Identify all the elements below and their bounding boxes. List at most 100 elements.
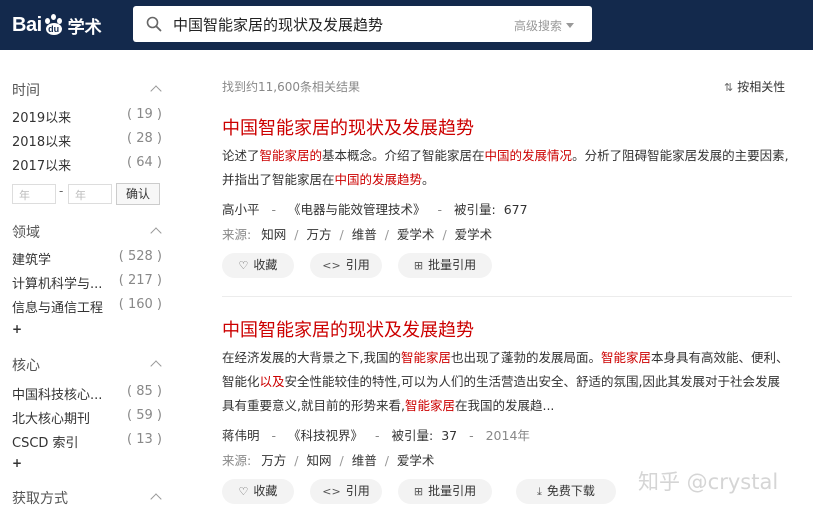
filter-count: ( 28 ) xyxy=(127,131,162,146)
filter-label: 建筑学 xyxy=(12,253,52,268)
source-link[interactable]: 爱学术 xyxy=(455,227,493,242)
result-meta: 蒋伟明 - 《科技视界》 - 被引量: 37 - 2014年 xyxy=(222,428,530,443)
favorite-button[interactable]: ♡ 收藏 xyxy=(222,253,294,278)
filter-field-item[interactable]: 建筑学 ( 528 ) xyxy=(12,249,162,269)
source-link[interactable]: 知网 xyxy=(306,453,331,468)
source-link[interactable]: 维普 xyxy=(352,453,377,468)
filter-core-item[interactable]: 中国科技核心... ( 85 ) xyxy=(12,384,162,404)
source-separator: / xyxy=(384,453,389,468)
sort-label: 按相关性 xyxy=(737,80,786,94)
result-title[interactable]: 中国智能家居的现状及发展趋势 xyxy=(222,114,474,140)
chevron-up-icon[interactable] xyxy=(150,360,162,372)
result-author[interactable]: 高小平 xyxy=(222,202,260,217)
filter-count: ( 13 ) xyxy=(127,432,162,447)
result-title[interactable]: 中国智能家居的现状及发展趋势 xyxy=(222,316,474,342)
source-label: 来源: xyxy=(222,227,252,242)
abstract-text: 。 xyxy=(422,172,435,187)
filter-label: 信息与通信工程 xyxy=(12,301,104,316)
filter-count: ( 528 ) xyxy=(118,249,162,264)
top-bar: Bai du 学术 中国智能家居的现状及发展趋势 高级搜索 xyxy=(0,0,813,50)
filter-count: ( 64 ) xyxy=(127,155,162,170)
keyword-highlight: 智能家居的 xyxy=(259,148,323,163)
sort-icon: ⇅ xyxy=(724,81,734,94)
search-icon xyxy=(146,16,162,32)
code-icon: <> xyxy=(322,259,341,272)
filter-field-more[interactable]: + xyxy=(12,322,22,336)
result-cited-count[interactable]: 677 xyxy=(504,202,528,217)
filter-access-title: 获取方式 xyxy=(12,491,68,507)
source-separator: / xyxy=(339,453,344,468)
source-separator: / xyxy=(294,227,299,242)
result-cited-count[interactable]: 37 xyxy=(441,428,457,443)
logo-text-du: du xyxy=(45,23,62,35)
advanced-search-toggle[interactable]: 高级搜索 xyxy=(514,17,574,34)
filter-time-title: 时间 xyxy=(12,83,40,99)
result-journal[interactable]: 《电器与能效管理技术》 xyxy=(288,202,426,217)
source-link[interactable]: 知网 xyxy=(261,227,286,242)
keyword-highlight: 智能家居 xyxy=(601,350,652,365)
logo-text-xueshu: 学术 xyxy=(67,17,102,38)
favorite-button[interactable]: ♡ 收藏 xyxy=(222,479,294,504)
filter-core-item[interactable]: 北大核心期刊 ( 59 ) xyxy=(12,408,162,428)
filter-field-item[interactable]: 计算机科学与... ( 217 ) xyxy=(12,273,162,293)
keyword-highlight: 中国的发展趋势 xyxy=(334,172,423,187)
result-journal[interactable]: 《科技视界》 xyxy=(288,428,363,443)
filter-count: ( 19 ) xyxy=(127,107,162,122)
filter-label: 2019以来 xyxy=(12,111,72,126)
search-input[interactable]: 中国智能家居的现状及发展趋势 xyxy=(173,14,383,35)
advanced-search-label: 高级搜索 xyxy=(513,19,562,33)
batch-cite-button[interactable]: ⊞ 批量引用 xyxy=(398,253,492,278)
filter-label: 2018以来 xyxy=(12,135,72,150)
source-separator: / xyxy=(442,227,447,242)
abstract-text: 在经济发展的大背景之下,我国的 xyxy=(222,350,401,365)
button-label: 批量引用 xyxy=(428,258,477,272)
result-author[interactable]: 蒋伟明 xyxy=(222,428,260,443)
cite-button[interactable]: <> 引用 xyxy=(310,253,382,278)
baidu-xueshu-logo[interactable]: Bai du 学术 xyxy=(12,11,102,39)
source-separator: / xyxy=(384,227,389,242)
keyword-highlight: 中国的发展情况 xyxy=(484,148,573,163)
source-link[interactable]: 爱学术 xyxy=(397,227,435,242)
filter-label: 中国科技核心... xyxy=(12,388,103,403)
chevron-up-icon[interactable] xyxy=(150,493,162,505)
caret-down-icon xyxy=(566,23,574,28)
abstract-text: 也出现了蓬勃的发展局面。 xyxy=(451,350,602,365)
year-confirm-button[interactable]: 确认 xyxy=(116,183,160,205)
keyword-highlight: 智能家居 xyxy=(400,350,451,365)
search-box[interactable]: 中国智能家居的现状及发展趋势 高级搜索 xyxy=(133,6,592,42)
filter-field-item[interactable]: 信息与通信工程 ( 160 ) xyxy=(12,297,162,317)
filter-label: 北大核心期刊 xyxy=(12,412,91,427)
source-link[interactable]: 维普 xyxy=(352,227,377,242)
result-sources: 来源: 知网 / 万方 / 维普 / 爱学术 / 爱学术 xyxy=(222,224,492,243)
folder-plus-icon: ⊞ xyxy=(413,259,424,272)
source-separator: / xyxy=(294,453,299,468)
year-from-input[interactable]: 年 xyxy=(12,184,56,204)
source-link[interactable]: 爱学术 xyxy=(397,453,435,468)
filter-time-item[interactable]: 2017以来 ( 64 ) xyxy=(12,155,162,175)
filter-field-title: 领域 xyxy=(12,225,40,241)
filter-count: ( 217 ) xyxy=(118,273,162,288)
free-download-button[interactable]: ⤓ 免费下载 xyxy=(516,479,616,504)
abstract-text: 基本概念。介绍了智能家居在 xyxy=(322,148,485,163)
keyword-highlight: 以及 xyxy=(259,374,285,389)
button-label: 免费下载 xyxy=(546,484,595,498)
filter-time-item[interactable]: 2018以来 ( 28 ) xyxy=(12,131,162,151)
source-link[interactable]: 万方 xyxy=(261,453,286,468)
chevron-up-icon[interactable] xyxy=(150,85,162,97)
filter-count: ( 85 ) xyxy=(127,384,162,399)
source-link[interactable]: 万方 xyxy=(306,227,331,242)
paw-icon: du xyxy=(43,14,65,36)
batch-cite-button[interactable]: ⊞ 批量引用 xyxy=(398,479,492,504)
sort-toggle[interactable]: ⇅ 按相关性 xyxy=(724,78,785,95)
cite-button[interactable]: <> 引用 xyxy=(310,479,382,504)
filter-time-item[interactable]: 2019以来 ( 19 ) xyxy=(12,107,162,127)
result-divider xyxy=(222,296,792,297)
year-to-input[interactable]: 年 xyxy=(68,184,112,204)
result-cited-label: 被引量: xyxy=(454,202,496,217)
filter-core-more[interactable]: + xyxy=(12,456,22,470)
chevron-up-icon[interactable] xyxy=(150,227,162,239)
result-cited-label: 被引量: xyxy=(391,428,434,443)
filter-core-item[interactable]: CSCD 索引 ( 13 ) xyxy=(12,432,162,452)
button-label: 收藏 xyxy=(253,258,278,272)
keyword-highlight: 智能家居 xyxy=(404,398,455,413)
